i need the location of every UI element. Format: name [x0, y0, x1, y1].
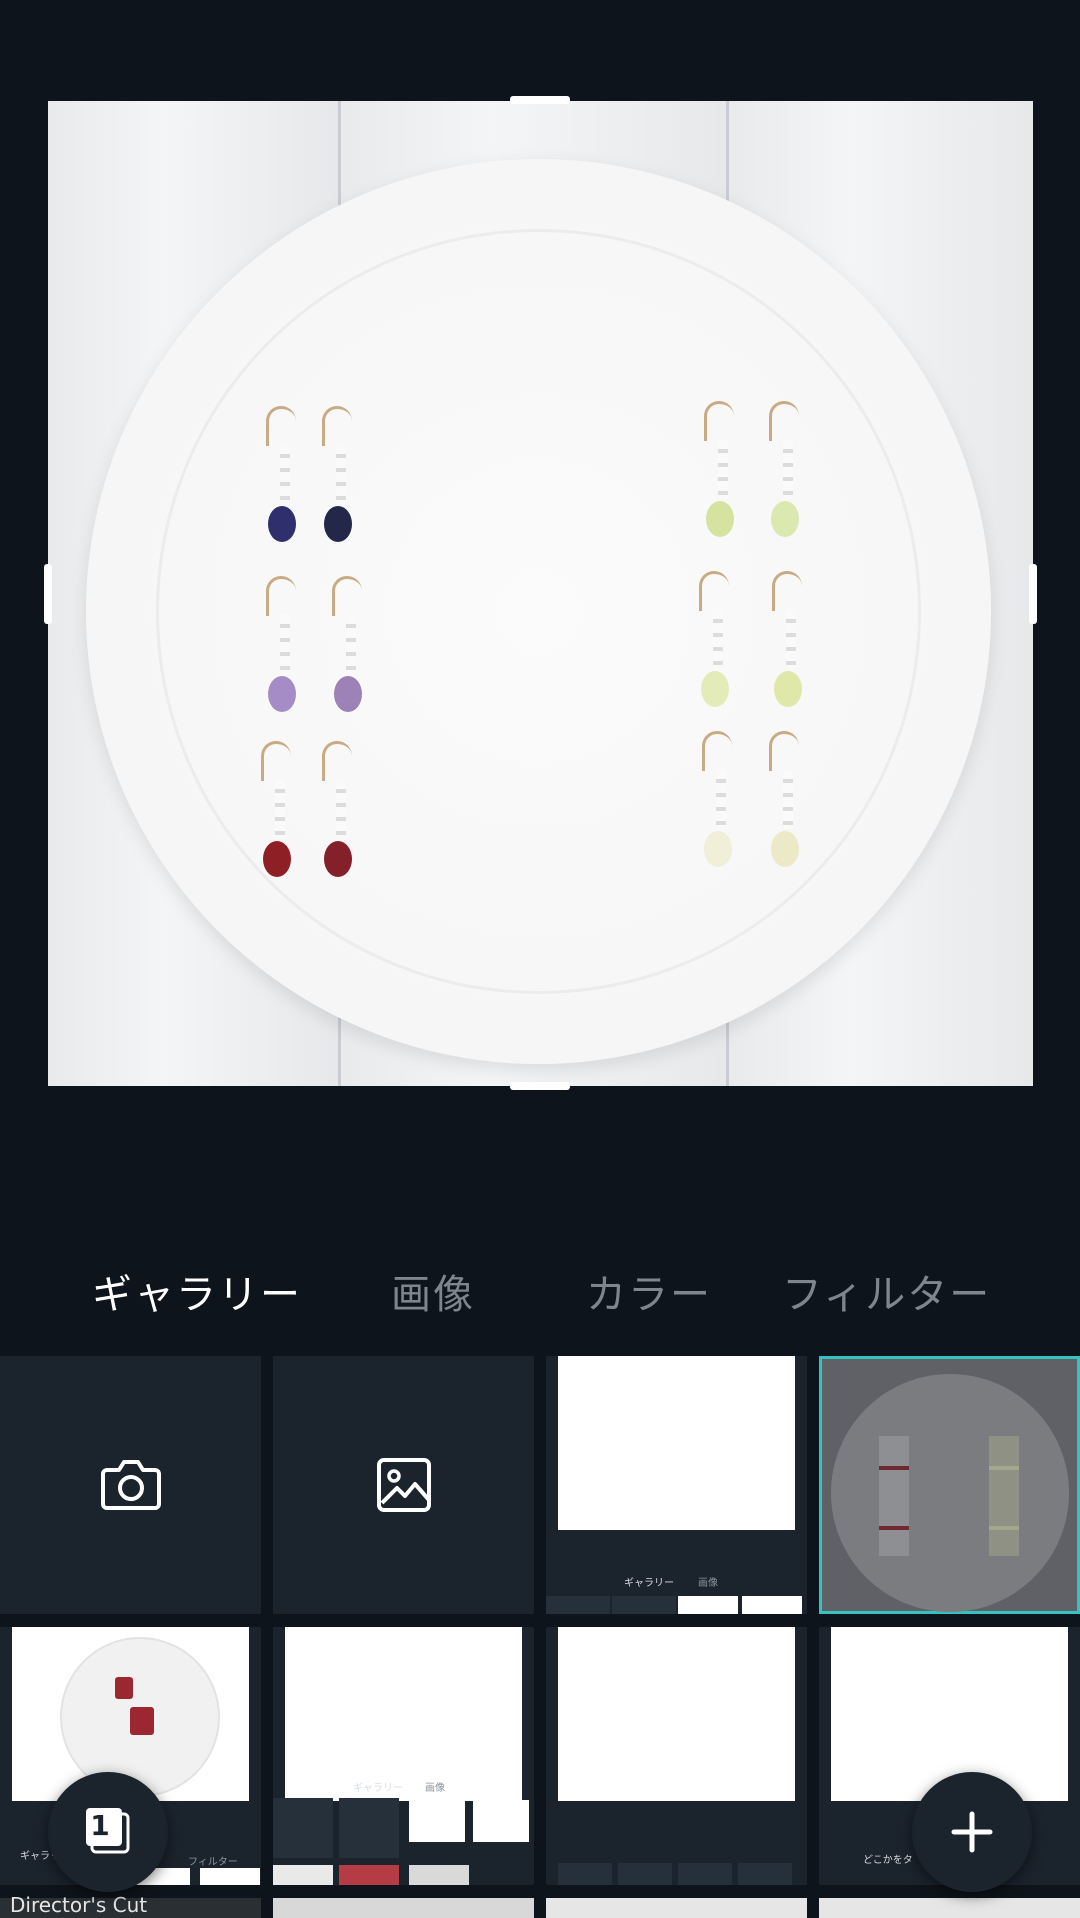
camera-icon: [100, 1460, 161, 1510]
camera-tile[interactable]: [0, 1356, 261, 1614]
crop-handle-top[interactable]: [510, 96, 570, 104]
earring: [255, 741, 295, 891]
earring: [326, 576, 366, 726]
thumbnail-label: Director's Cut: [10, 1893, 148, 1917]
tab-color[interactable]: カラー: [586, 1262, 712, 1320]
crop-handle-bottom[interactable]: [510, 1082, 570, 1090]
page-count-number: 1: [90, 1809, 110, 1842]
earring: [698, 401, 738, 551]
earring: [766, 571, 806, 721]
plus-icon: [951, 1811, 993, 1853]
gallery-thumbnail[interactable]: [546, 1627, 807, 1885]
source-tabs: ギャラリー 画像 カラー フィルター: [0, 1262, 1080, 1332]
crop-handle-right[interactable]: [1029, 564, 1037, 624]
tab-image[interactable]: 画像: [391, 1262, 475, 1320]
earring: [316, 406, 356, 556]
earring: [316, 741, 356, 891]
earring: [763, 731, 803, 881]
white-plate: [86, 159, 991, 1064]
earring: [693, 571, 733, 721]
earring: [260, 406, 300, 556]
image-upload-tile[interactable]: [273, 1356, 534, 1614]
image-icon: [376, 1458, 431, 1512]
add-button[interactable]: [912, 1772, 1032, 1892]
earring: [260, 576, 300, 726]
tab-filter[interactable]: フィルター: [782, 1262, 991, 1320]
page-count-button[interactable]: 1: [48, 1772, 168, 1892]
gallery-thumbnail[interactable]: ギャラリー 画像: [273, 1627, 534, 1885]
tab-gallery[interactable]: ギャラリー: [92, 1262, 302, 1320]
crop-handle-left[interactable]: [44, 564, 52, 624]
gallery-thumbnail[interactable]: [819, 1898, 1080, 1918]
gallery-thumbnail[interactable]: [273, 1898, 534, 1918]
gallery-thumbnail[interactable]: ギャラリー 画像: [546, 1356, 807, 1614]
photo-preview[interactable]: [48, 101, 1033, 1086]
gallery-thumbnail-selected[interactable]: [819, 1356, 1080, 1614]
gallery-thumbnail[interactable]: [546, 1898, 807, 1918]
earring: [763, 401, 803, 551]
earring: [696, 731, 736, 881]
